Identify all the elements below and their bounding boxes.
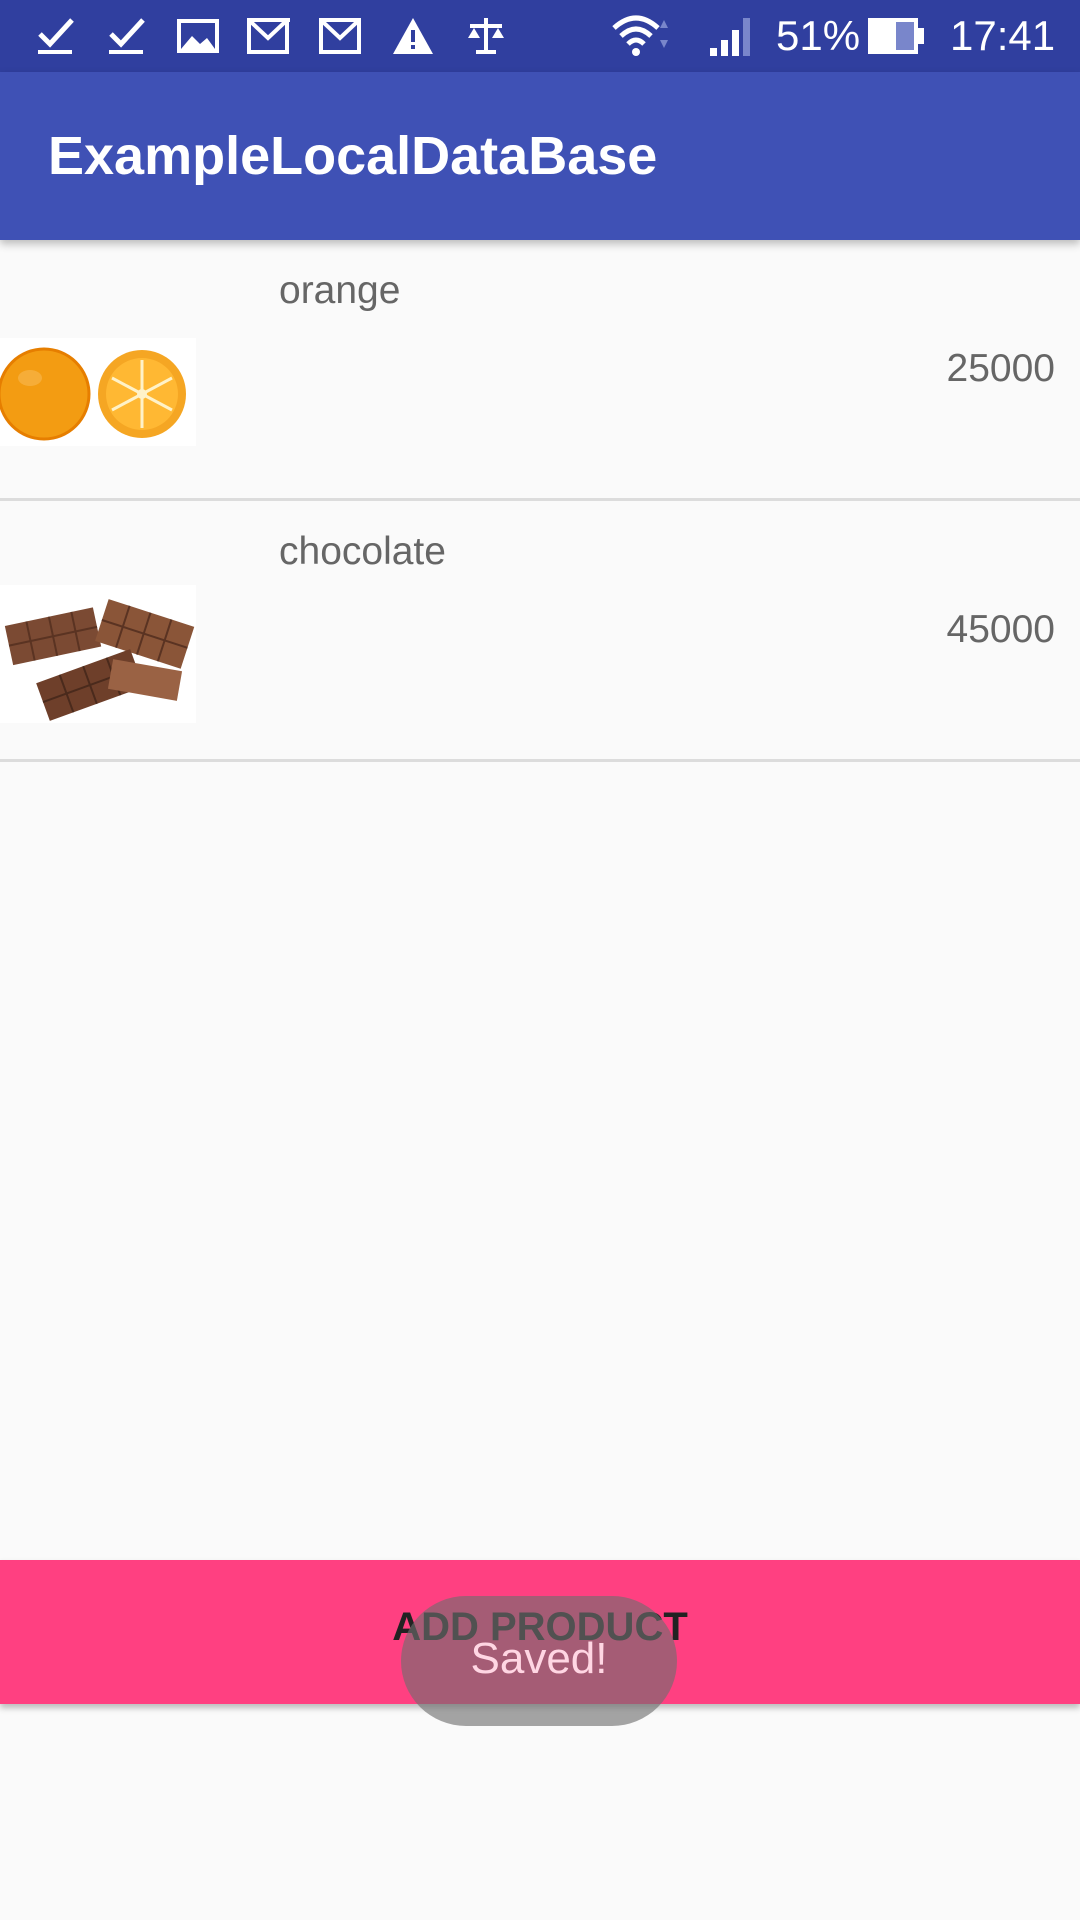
scale-icon: [468, 18, 504, 54]
battery-icon: [868, 18, 924, 54]
check-icon: [109, 18, 145, 54]
battery-percent: 51%: [776, 12, 861, 59]
wifi-icon: [612, 15, 668, 56]
app-bar: ExampleLocalDataBase: [0, 72, 1080, 240]
product-name: chocolate: [279, 530, 446, 573]
product-price: 45000: [946, 608, 1055, 651]
product-price: 25000: [946, 347, 1055, 390]
image-icon: [177, 19, 219, 53]
toast: Saved!: [401, 1596, 677, 1726]
product-name: orange: [279, 269, 401, 312]
check-icon: [38, 18, 74, 54]
list-item[interactable]: orange 25000: [0, 240, 1080, 501]
warning-icon: [393, 18, 433, 54]
app-title: ExampleLocalDataBase: [48, 126, 658, 186]
chocolate-image: [0, 585, 196, 723]
status-bar: 51% 17:41: [0, 0, 1080, 72]
gmail-icon: [247, 18, 290, 54]
orange-image: [0, 338, 196, 446]
gmail-icon: [319, 18, 361, 54]
clock: 17:41: [950, 12, 1056, 59]
signal-icon: [710, 18, 750, 56]
list-item[interactable]: chocolate 45000: [0, 501, 1080, 762]
toast-message: Saved!: [470, 1634, 608, 1683]
